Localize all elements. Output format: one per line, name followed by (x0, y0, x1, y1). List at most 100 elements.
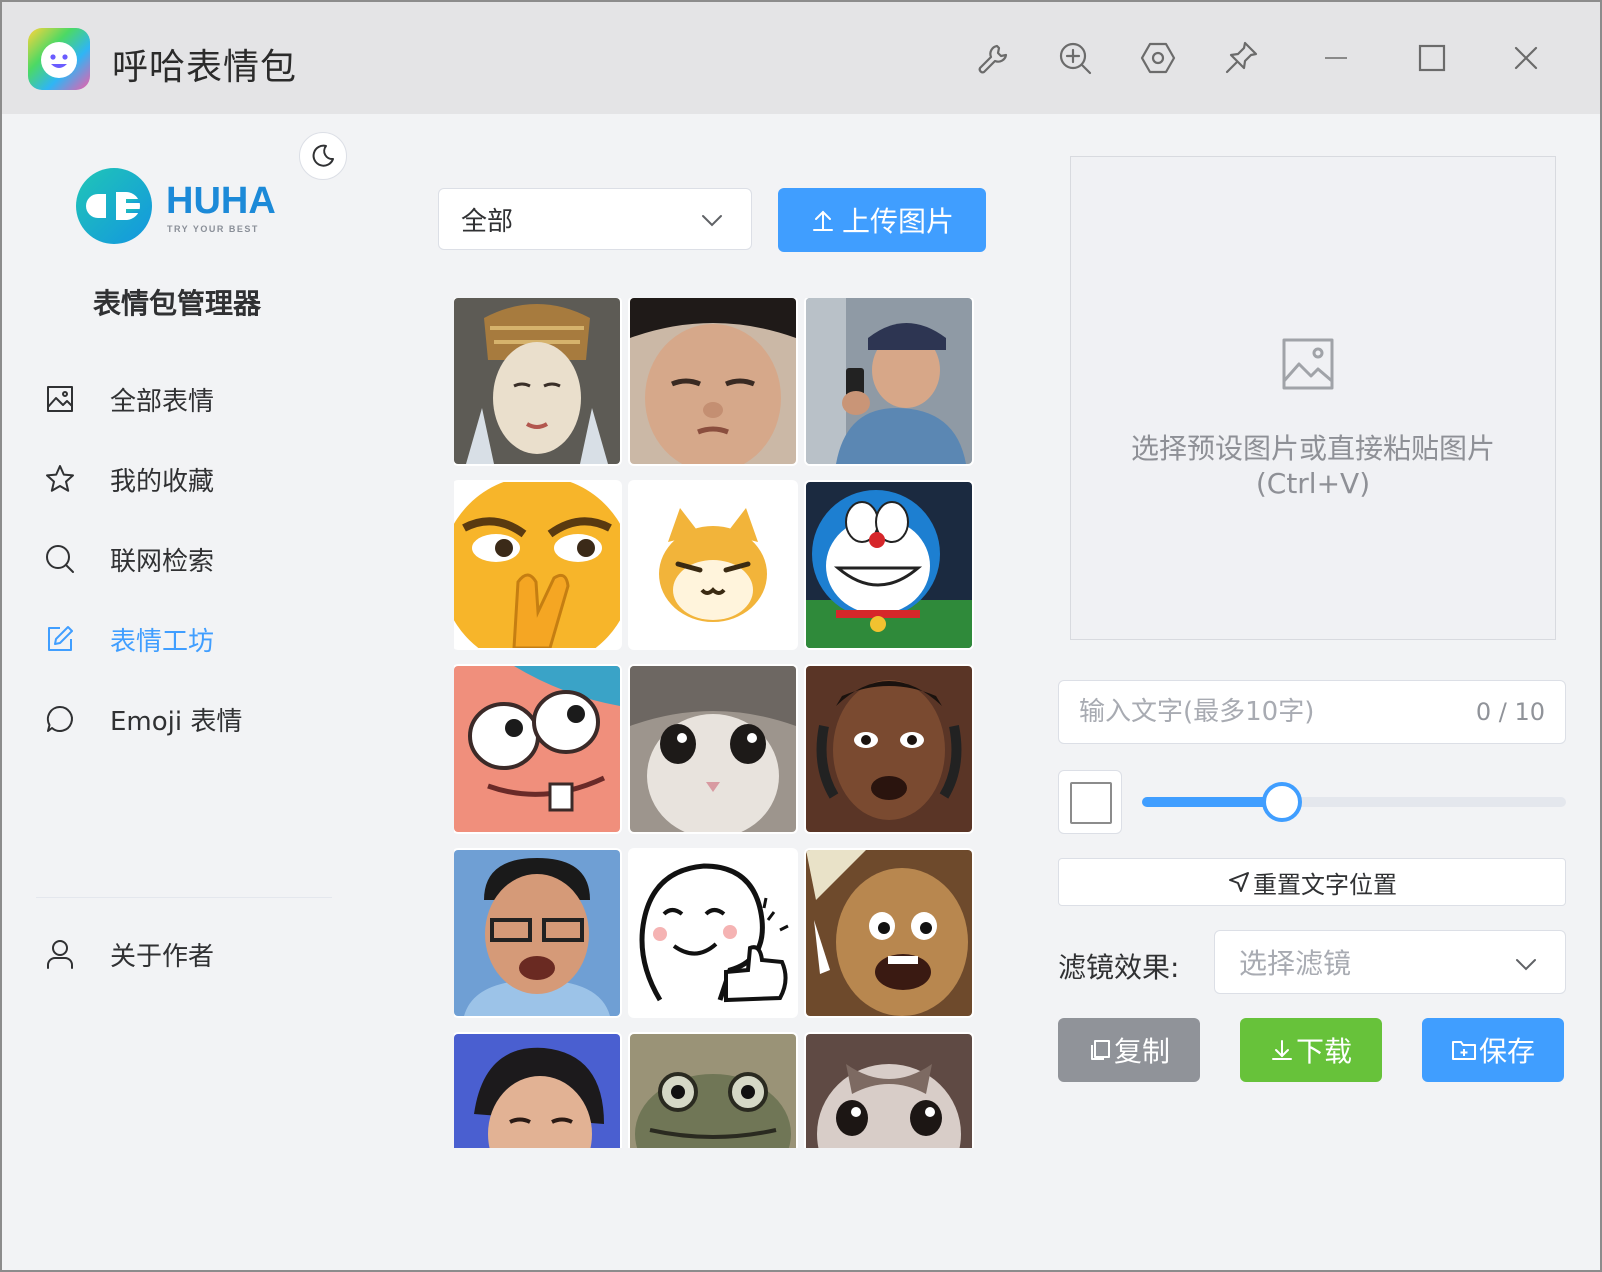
sticker-tile[interactable] (454, 482, 620, 648)
shouting-man-glasses-image (454, 850, 620, 1016)
sticker-tile[interactable] (806, 298, 972, 464)
squinting-man-image (630, 298, 796, 464)
save-label: 保存 (1479, 1030, 1535, 1070)
patrick-eye-image (454, 666, 620, 832)
sticker-tile[interactable] (454, 666, 620, 832)
copy-label: 复制 (1114, 1030, 1170, 1070)
title-bar[interactable]: 呼哈表情包 (2, 2, 1600, 114)
yellow-smirk-emoji-image (454, 482, 620, 648)
nav-divider (36, 897, 332, 898)
edit-icon (44, 623, 76, 655)
doraemon-grin-image (806, 482, 972, 648)
theme-toggle-button[interactable] (299, 132, 347, 180)
preview-hint: 选择预设图片或直接粘贴图片 (Ctrl+V) (1071, 427, 1555, 500)
shocked-streamer-image (806, 666, 972, 832)
search-icon (44, 543, 76, 575)
sticker-tile[interactable] (630, 1034, 796, 1148)
sidebar-item-favorites[interactable]: 我的收藏 (2, 439, 362, 519)
star-icon (44, 463, 76, 495)
text-color-swatch (1070, 782, 1112, 824)
sidebar-item-label: 我的收藏 (110, 461, 214, 498)
woman-face-image (454, 1034, 620, 1148)
upload-image-label: 上传图片 (842, 200, 954, 240)
save-button[interactable]: 保存 (1422, 1018, 1564, 1082)
font-size-slider[interactable] (1142, 782, 1566, 822)
sidebar-item-label: 联网检索 (110, 541, 214, 578)
moon-icon (309, 142, 337, 170)
copy-button[interactable]: 复制 (1058, 1018, 1200, 1082)
sticker-tile[interactable] (806, 666, 972, 832)
brand-tagline: TRY YOUR BEST (167, 224, 259, 234)
brand-name: HUHA (166, 180, 276, 222)
chevron-down-icon (699, 207, 725, 233)
sidebar-nav: 全部表情 我的收藏 联网检索 表情工坊 (2, 359, 362, 759)
download-button[interactable]: 下载 (1240, 1018, 1382, 1082)
sticker-tile[interactable] (454, 850, 620, 1016)
image-placeholder-icon (1281, 337, 1335, 391)
sticker-tile[interactable] (806, 850, 972, 1016)
sidebar-item-all-stickers[interactable]: 全部表情 (2, 359, 362, 439)
minimize-icon[interactable] (1310, 32, 1362, 84)
app-subtitle: 表情包管理器 (2, 282, 362, 322)
crying-cat-image (630, 666, 796, 832)
sidebar-item-about-author[interactable]: 关于作者 (2, 914, 362, 994)
slider-fill (1142, 797, 1282, 807)
category-select[interactable]: 全部 (438, 188, 752, 250)
reset-text-position-label: 重置文字位置 (1253, 865, 1397, 900)
sticker-tile[interactable] (630, 298, 796, 464)
image-icon (44, 383, 76, 415)
sticker-tile[interactable] (454, 298, 620, 464)
user-icon (44, 938, 76, 970)
frog-face-image (630, 1034, 796, 1148)
filter-select-placeholder: 选择滤镜 (1239, 942, 1351, 982)
sticker-tile[interactable] (806, 1034, 972, 1148)
sidebar-item-sticker-workshop[interactable]: 表情工坊 (2, 599, 362, 679)
app-window: 呼哈表情包 (0, 0, 1602, 1272)
wrench-icon[interactable] (967, 32, 1019, 84)
copy-icon (1088, 1038, 1112, 1062)
bodhisattva-statue-image (454, 298, 620, 464)
caption-text-input[interactable] (1079, 697, 1476, 727)
download-icon (1270, 1038, 1294, 1062)
sidebar-item-web-search[interactable]: 联网检索 (2, 519, 362, 599)
upload-image-button[interactable]: 上传图片 (778, 188, 986, 252)
sticker-tile[interactable] (630, 482, 796, 648)
caption-text-field[interactable]: 0 / 10 (1058, 680, 1566, 744)
download-label: 下载 (1296, 1030, 1352, 1070)
reset-text-position-button[interactable]: 重置文字位置 (1058, 858, 1566, 906)
close-icon[interactable] (1500, 32, 1552, 84)
maximize-icon[interactable] (1406, 32, 1458, 84)
sidebar-item-label: Emoji 表情 (110, 701, 242, 738)
settings-hex-icon[interactable] (1132, 32, 1184, 84)
chat-bubble-icon (44, 703, 76, 735)
category-select-value: 全部 (461, 201, 513, 238)
sidebar-item-emoji[interactable]: Emoji 表情 (2, 679, 362, 759)
image-preview-area[interactable]: 选择预设图片或直接粘贴图片 (Ctrl+V) (1070, 156, 1556, 640)
sticker-tile[interactable] (630, 666, 796, 832)
text-color-picker[interactable] (1058, 770, 1122, 834)
app-title: 呼哈表情包 (112, 38, 297, 90)
thumbs-up-doodle-image (630, 850, 796, 1016)
sidebar-item-label: 全部表情 (110, 381, 214, 418)
brand-logo: HUHA TRY YOUR BEST (76, 166, 296, 246)
filter-select[interactable]: 选择滤镜 (1214, 930, 1566, 994)
sticker-tile[interactable] (454, 1034, 620, 1148)
slider-thumb[interactable] (1262, 782, 1302, 822)
sidebar-item-label: 表情工坊 (110, 621, 214, 658)
filter-label: 滤镜效果: (1058, 946, 1179, 986)
zoom-in-icon[interactable] (1049, 32, 1101, 84)
man-with-phone-image (806, 298, 972, 464)
send-arrow-icon (1227, 870, 1251, 894)
sticker-tile[interactable] (806, 482, 972, 648)
app-logo-icon (28, 28, 90, 90)
chevron-down-icon (1513, 951, 1539, 977)
upload-icon (810, 207, 836, 233)
sticker-grid-scroll[interactable] (454, 298, 986, 1148)
sticker-tile[interactable] (630, 850, 796, 1016)
sidebar: HUHA TRY YOUR BEST 表情包管理器 全部表情 我的收藏 (2, 114, 362, 1272)
sad-kitten-image (806, 1034, 972, 1148)
char-counter: 0 / 10 (1476, 698, 1545, 726)
pin-icon[interactable] (1215, 32, 1267, 84)
sidebar-about-section: 关于作者 (2, 914, 362, 994)
smug-shiba-image (630, 482, 796, 648)
